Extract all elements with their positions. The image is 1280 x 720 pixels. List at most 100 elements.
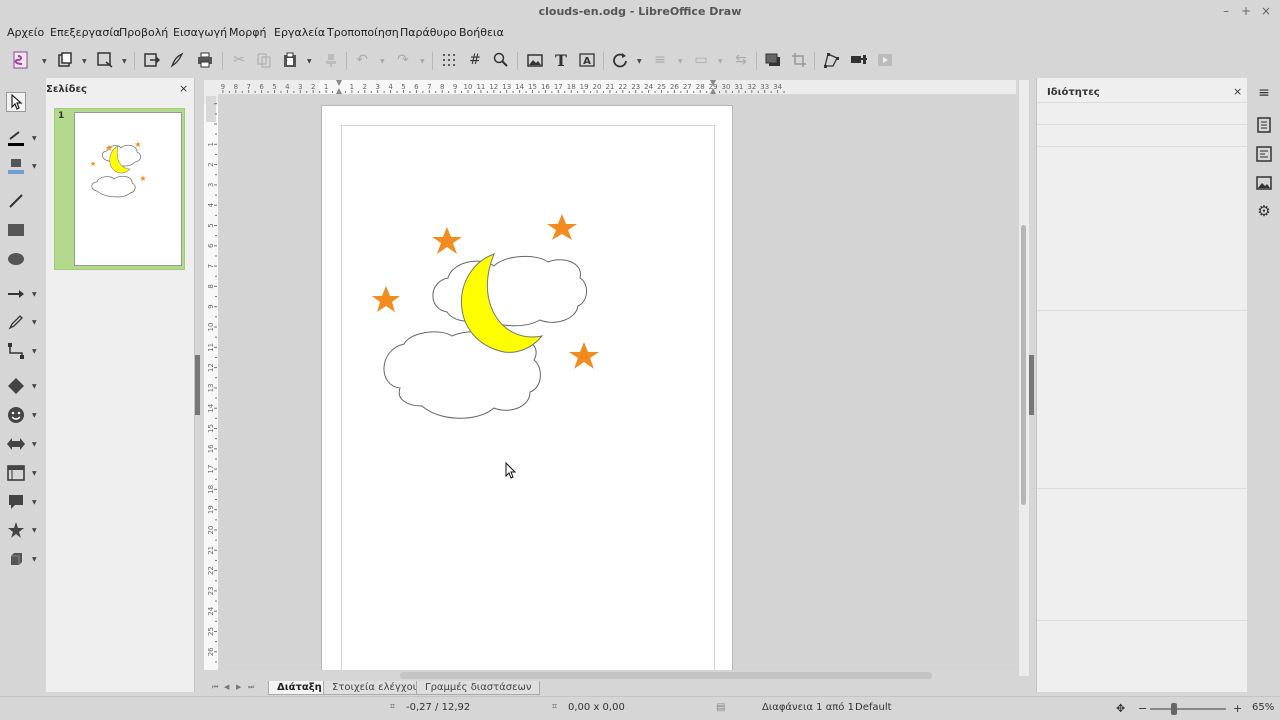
align-icon[interactable]: ≡ bbox=[651, 51, 669, 69]
star-shapes-icon[interactable] bbox=[6, 520, 26, 540]
fit-page-icon[interactable]: ✥ bbox=[1116, 702, 1125, 715]
chevron-down-icon[interactable]: ▼ bbox=[718, 58, 723, 65]
open-icon[interactable] bbox=[56, 51, 74, 69]
vertical-ruler[interactable]: 1 2 3 4 5 6 7 8 9 10 11 12 13 14 15 16 17 18 19 20 21 22 23 24 2… bbox=[204, 94, 218, 670]
menu-format[interactable]: Μορφή bbox=[229, 26, 266, 39]
left-panel-splitter[interactable] bbox=[195, 355, 200, 415]
distribute-icon[interactable]: ⇆ bbox=[732, 51, 750, 69]
tab-dimension-lines[interactable]: Γραμμές διαστάσεων bbox=[416, 681, 541, 695]
line-tool[interactable] bbox=[6, 191, 26, 211]
tab-nav-next-icon[interactable]: ▶ bbox=[236, 683, 241, 691]
chevron-down-icon[interactable]: ▼ bbox=[307, 58, 312, 65]
chevron-down-icon[interactable]: ▼ bbox=[32, 412, 37, 419]
basic-shapes-icon[interactable] bbox=[6, 376, 26, 396]
save-icon[interactable] bbox=[96, 51, 114, 69]
master-page-name[interactable]: Default bbox=[855, 702, 892, 713]
chevron-down-icon[interactable]: ▼ bbox=[32, 319, 37, 326]
sidebar-menu-icon[interactable]: ≡ bbox=[1255, 84, 1273, 102]
crop-icon[interactable] bbox=[790, 51, 808, 69]
smiley-icon[interactable] bbox=[6, 405, 26, 425]
chevron-down-icon[interactable]: ▼ bbox=[82, 58, 87, 65]
chevron-down-icon[interactable]: ▼ bbox=[122, 58, 127, 65]
tab-nav-prev-icon[interactable]: ◀ bbox=[224, 683, 229, 691]
print-icon[interactable] bbox=[196, 51, 214, 69]
navigator-gear-icon[interactable]: ⚙ bbox=[1255, 202, 1273, 220]
paste-icon[interactable] bbox=[281, 51, 299, 69]
chevron-down-icon[interactable]: ▼ bbox=[32, 383, 37, 390]
cut-icon[interactable]: ✂ bbox=[230, 51, 248, 69]
glue-points-icon[interactable] bbox=[850, 51, 868, 69]
horizontal-ruler[interactable]: 9 8 7 6 5 4 3 2 1 1 2 3 4 5 6 7 8 9 10 11 12 13 14 15 16 17 18 19 20… bbox=[204, 80, 1016, 94]
callout-icon[interactable] bbox=[6, 492, 26, 512]
menu-edit[interactable]: Επεξεργασία bbox=[50, 26, 120, 39]
select-tool[interactable] bbox=[6, 92, 26, 112]
zoom-icon[interactable] bbox=[492, 51, 510, 69]
menu-help[interactable]: Βοήθεια bbox=[459, 26, 504, 39]
maximize-icon[interactable]: + bbox=[1238, 3, 1254, 19]
chevron-down-icon[interactable]: ▼ bbox=[32, 348, 37, 355]
page-thumbnail[interactable]: 1 ★ ★ ★ ★ bbox=[54, 108, 185, 270]
minimize-icon[interactable]: – bbox=[1218, 3, 1234, 19]
zoom-out-button[interactable]: − bbox=[1138, 702, 1147, 715]
tab-nav-last-icon[interactable]: ⏭ bbox=[248, 683, 254, 692]
zoom-level[interactable]: 65% bbox=[1252, 702, 1274, 713]
fill-color-icon[interactable] bbox=[6, 156, 26, 176]
ellipse-tool[interactable] bbox=[6, 249, 26, 269]
rectangle-tool[interactable] bbox=[6, 220, 26, 240]
menu-tools[interactable]: Εργαλεία bbox=[274, 26, 325, 39]
chevron-down-icon[interactable]: ▼ bbox=[637, 58, 642, 65]
connector-tool[interactable] bbox=[6, 341, 26, 361]
zoom-in-button[interactable]: + bbox=[1233, 702, 1242, 715]
zoom-slider-track[interactable] bbox=[1150, 708, 1226, 710]
chevron-down-icon[interactable]: ▼ bbox=[32, 527, 37, 534]
tab-controls[interactable]: Στοιχεία ελέγχου bbox=[323, 681, 428, 695]
drawing-page[interactable] bbox=[321, 105, 733, 670]
text-box-icon[interactable]: T bbox=[552, 51, 570, 70]
menu-modify[interactable]: Τροποποίηση bbox=[327, 26, 399, 39]
chevron-down-icon[interactable]: ▼ bbox=[32, 556, 37, 563]
zoom-slider-handle[interactable] bbox=[1171, 703, 1177, 715]
flowchart-icon[interactable] bbox=[6, 463, 26, 483]
chevron-down-icon[interactable]: ▼ bbox=[32, 470, 37, 477]
3d-objects-icon[interactable] bbox=[6, 549, 26, 569]
new-document-icon[interactable] bbox=[12, 51, 30, 69]
styles-icon[interactable] bbox=[1255, 145, 1273, 163]
close-icon[interactable]: × bbox=[179, 82, 188, 95]
chevron-down-icon[interactable]: ▼ bbox=[420, 58, 425, 65]
menu-window[interactable]: Παράθυρο bbox=[400, 26, 457, 39]
helplines-icon[interactable]: # bbox=[466, 51, 484, 69]
vertical-scroll-thumb[interactable] bbox=[1021, 225, 1026, 505]
chevron-down-icon[interactable]: ▼ bbox=[42, 58, 47, 65]
redo-icon[interactable]: ↷ bbox=[394, 51, 412, 69]
chevron-down-icon[interactable]: ▼ bbox=[32, 441, 37, 448]
close-icon[interactable]: × bbox=[1258, 3, 1274, 19]
chevron-down-icon[interactable]: ▼ bbox=[32, 499, 37, 506]
right-panel-splitter[interactable] bbox=[1029, 355, 1034, 415]
horizontal-scrollbar[interactable] bbox=[400, 672, 932, 679]
export-icon[interactable] bbox=[143, 51, 161, 69]
shadow-icon[interactable] bbox=[764, 51, 782, 69]
menu-view[interactable]: Προβολή bbox=[119, 26, 168, 39]
block-arrows-icon[interactable] bbox=[6, 434, 26, 454]
arrow-line-tool[interactable] bbox=[6, 284, 26, 304]
export-pdf-icon[interactable] bbox=[168, 51, 186, 69]
menu-insert[interactable]: Εισαγωγή bbox=[173, 26, 227, 39]
drawing-canvas[interactable] bbox=[219, 95, 1019, 670]
line-color-icon[interactable] bbox=[6, 128, 26, 148]
arrange-icon[interactable]: ▭ bbox=[692, 51, 710, 69]
chevron-down-icon[interactable]: ▼ bbox=[32, 135, 37, 142]
chevron-down-icon[interactable]: ▼ bbox=[380, 58, 385, 65]
toggle-extrusion-icon[interactable] bbox=[876, 51, 894, 69]
chevron-down-icon[interactable]: ▼ bbox=[32, 163, 37, 170]
undo-icon[interactable]: ↶ bbox=[353, 51, 371, 69]
chevron-down-icon[interactable]: ▼ bbox=[678, 58, 683, 65]
menu-file[interactable]: Αρχείο bbox=[7, 26, 44, 39]
tab-nav-first-icon[interactable]: ⏮ bbox=[212, 683, 218, 692]
vertical-scrollbar[interactable] bbox=[1019, 80, 1029, 676]
gallery-icon[interactable] bbox=[1255, 174, 1273, 192]
properties-icon[interactable] bbox=[1255, 116, 1273, 134]
curve-tool[interactable] bbox=[6, 312, 26, 332]
chevron-down-icon[interactable]: ▼ bbox=[32, 291, 37, 298]
fontwork-icon[interactable]: A bbox=[578, 51, 596, 69]
tab-layout[interactable]: Διάταξη bbox=[268, 681, 331, 695]
